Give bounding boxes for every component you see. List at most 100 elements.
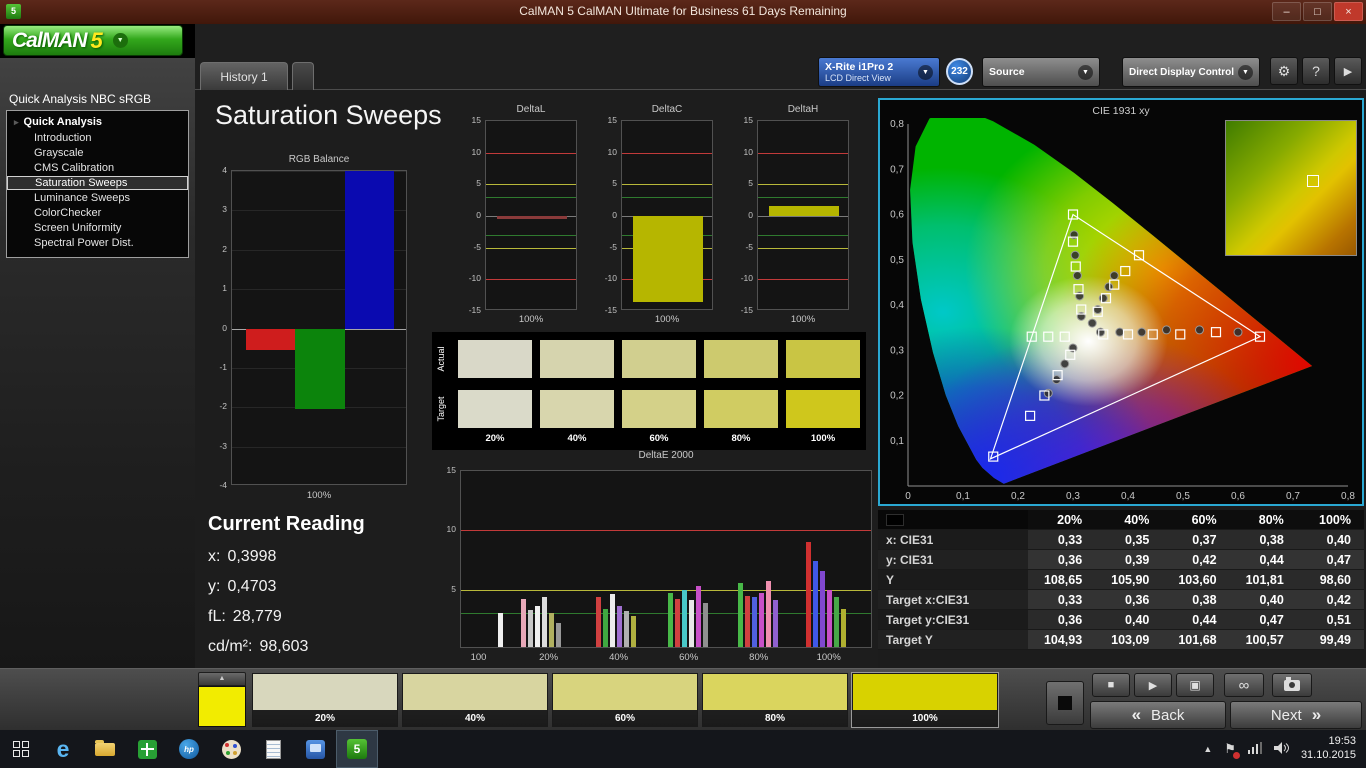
tray-expand-icon[interactable]: ▲ [1203, 744, 1212, 754]
camera-button[interactable] [1272, 673, 1312, 697]
source-dropdown[interactable]: Source ▼ [982, 57, 1100, 87]
swatch-label: 20% [253, 710, 397, 726]
logo-version: 5 [91, 28, 103, 54]
swatch-target-100 [786, 390, 860, 428]
zero-line [758, 216, 848, 217]
swatch-color [553, 674, 697, 710]
bottom-swatch-60[interactable]: 60% [552, 673, 698, 727]
logo-dropdown-icon[interactable]: ▼ [113, 33, 128, 48]
delta-e-bar [624, 611, 629, 648]
tree-root-quick-analysis[interactable]: ▸ Quick Analysis [7, 114, 188, 130]
y-tick-label: 3 [222, 204, 227, 214]
minimize-button[interactable]: – [1272, 2, 1301, 21]
y-axis: 15105 [438, 470, 458, 648]
current-sample-stack: ▲ [198, 672, 246, 728]
sidebar-item-cms-calibration[interactable]: CMS Calibration [7, 161, 188, 175]
chevron-down-icon: ▼ [918, 65, 933, 80]
frame-button[interactable]: ▣ [1176, 673, 1214, 697]
value-cell: 101,68 [1162, 630, 1229, 650]
network-icon[interactable] [1248, 742, 1262, 757]
swatch-actual-100 [786, 340, 860, 378]
value-cell: 0,44 [1230, 550, 1297, 570]
delta-bar [633, 216, 703, 302]
ie-icon: e [57, 736, 70, 763]
saturation-swatch-panel: Actual Target 20%40%60%80%100% [432, 332, 866, 450]
sidebar-item-luminance-sweeps[interactable]: Luminance Sweeps [7, 191, 188, 205]
current-reading-title: Current Reading [208, 513, 365, 536]
swatch-label: 80% [703, 710, 847, 726]
tab-history-1[interactable]: History 1 [200, 62, 288, 90]
bottom-swatch-20[interactable]: 20% [252, 673, 398, 727]
continuous-measure-button[interactable]: ∞ [1224, 673, 1264, 697]
sidebar-item-saturation-sweeps[interactable]: Saturation Sweeps [7, 176, 188, 190]
y-tick-label: 10 [472, 147, 481, 157]
settings-button[interactable]: ⚙ [1270, 57, 1298, 85]
y-tick-label: 15 [447, 465, 456, 475]
help-button[interactable]: ? [1302, 57, 1330, 85]
notification-flag-icon[interactable]: ⚑ [1224, 741, 1236, 757]
y-tick-label: 1 [222, 283, 227, 293]
play-button[interactable]: ▶ [1134, 673, 1172, 697]
sidebar-item-grayscale[interactable]: Grayscale [7, 146, 188, 160]
meter-dropdown[interactable]: X-Rite i1Pro 2 LCD Direct View ▼ [818, 57, 940, 87]
y-tick-label: 10 [447, 524, 456, 534]
big-stop-button[interactable] [1046, 681, 1084, 725]
y-tick-label: -15 [469, 305, 481, 315]
advance-button[interactable]: ▶ [1334, 57, 1362, 85]
sample-up-button[interactable]: ▲ [198, 672, 246, 686]
delta-e-bar [759, 593, 764, 648]
taskbar-icon-blue-app[interactable] [294, 730, 336, 768]
sidebar-item-introduction[interactable]: Introduction [7, 131, 188, 145]
chart-title: DeltaE 2000 [460, 450, 872, 461]
taskbar-icon-browser[interactable]: e [42, 730, 84, 768]
maximize-button[interactable]: □ [1303, 2, 1332, 21]
taskbar-icon-notes[interactable] [252, 730, 294, 768]
display-control-dropdown[interactable]: Direct Display Control ▼ [1122, 57, 1260, 87]
results-header-row: 20%40%60%80%100% [878, 510, 1364, 530]
calman-logo[interactable]: CalMAN 5 ▼ [3, 25, 183, 56]
taskbar-icon-calman[interactable]: 5 [336, 730, 378, 768]
clock[interactable]: 19:53 31.10.2015 [1301, 735, 1356, 763]
start-button[interactable] [0, 730, 42, 768]
palette-icon [222, 740, 241, 759]
meter-reading-badge[interactable]: 232 [946, 58, 973, 85]
delta-bar [497, 216, 567, 219]
delta-l-chart: DeltaL 151050-5-10-15 100% [463, 104, 581, 334]
delta-e-bar [813, 561, 818, 648]
bottom-swatch-40[interactable]: 40% [402, 673, 548, 727]
sidebar-item-colorchecker[interactable]: ColorChecker [7, 206, 188, 220]
cie-inset [1225, 120, 1357, 256]
next-button[interactable]: Next » [1230, 701, 1362, 729]
y-tick-label: -10 [469, 273, 481, 283]
sidebar-item-screen-uniformity[interactable]: Screen Uniformity [7, 221, 188, 235]
next-label: Next [1271, 707, 1302, 724]
y-tick-label: -2 [219, 401, 227, 411]
reference-line [622, 153, 712, 154]
delta-e-bar [542, 597, 547, 648]
bottom-swatch-80[interactable]: 80% [702, 673, 848, 727]
taskbar-icon-hp[interactable]: hp [168, 730, 210, 768]
inset-target-square [1307, 175, 1319, 187]
close-button[interactable]: × [1334, 2, 1363, 21]
stop-button[interactable]: ■ [1092, 673, 1130, 697]
taskbar-icon-paint[interactable] [210, 730, 252, 768]
cie-x-tick: 0,7 [1286, 491, 1300, 502]
swatch-column-label: 80% [704, 433, 778, 444]
back-button[interactable]: « Back [1090, 701, 1226, 729]
x-axis-label: 100% [655, 314, 679, 325]
tab-stub[interactable] [292, 62, 314, 90]
value-cell: 98,60 [1297, 570, 1364, 590]
taskbar-icon-green-app[interactable] [126, 730, 168, 768]
value-cell: 0,36 [1028, 610, 1095, 630]
sidebar-item-spectral-power-dist[interactable]: Spectral Power Dist. [7, 236, 188, 250]
value-cell: 0,37 [1162, 530, 1229, 550]
y-axis: 151050-5-10-15 [599, 120, 619, 310]
time: 19:53 [1301, 735, 1356, 749]
delta-e-bar [675, 599, 680, 648]
reading-label: fL: [208, 608, 226, 626]
taskbar-icon-explorer[interactable] [84, 730, 126, 768]
calman-window: 5 CalMAN 5 CalMAN Ultimate for Business … [0, 0, 1366, 768]
bottom-swatch-100[interactable]: 100% [852, 673, 998, 727]
chevron-down-icon: ▼ [1238, 65, 1253, 80]
volume-icon[interactable] [1274, 742, 1289, 757]
